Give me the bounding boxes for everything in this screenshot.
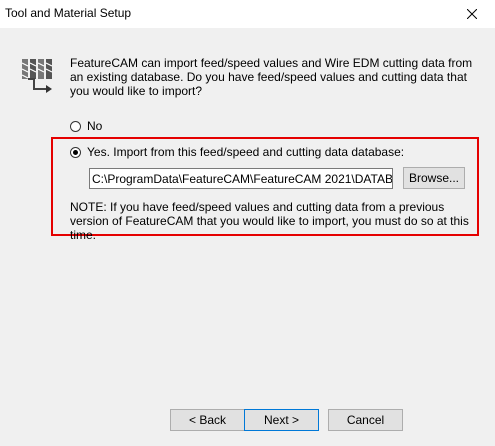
yes-radio-label: Yes. Import from this feed/speed and cut…	[87, 145, 405, 159]
radio-circle-checked[interactable]	[70, 146, 81, 158]
radio-circle[interactable]	[70, 120, 81, 132]
browse-button[interactable]: Browse...	[403, 167, 465, 189]
database-path-field[interactable]: C:\ProgramData\FeatureCAM\FeatureCAM 202…	[89, 168, 393, 189]
database-drill-icon	[21, 59, 53, 93]
next-button[interactable]: Next >	[244, 409, 319, 431]
intro-text: FeatureCAM can import feed/speed values …	[70, 56, 473, 98]
yes-radio[interactable]: Yes. Import from this feed/speed and cut…	[70, 145, 404, 159]
close-button[interactable]	[449, 0, 495, 28]
no-radio-label: No	[87, 119, 103, 133]
back-button[interactable]: < Back	[170, 409, 245, 431]
note-text: NOTE: If you have feed/speed values and …	[70, 200, 469, 242]
cancel-button[interactable]: Cancel	[328, 409, 403, 431]
close-icon	[467, 9, 477, 19]
no-radio[interactable]: No	[70, 119, 102, 133]
window-title: Tool and Material Setup	[5, 6, 132, 20]
title-bar: Tool and Material Setup	[0, 0, 495, 28]
